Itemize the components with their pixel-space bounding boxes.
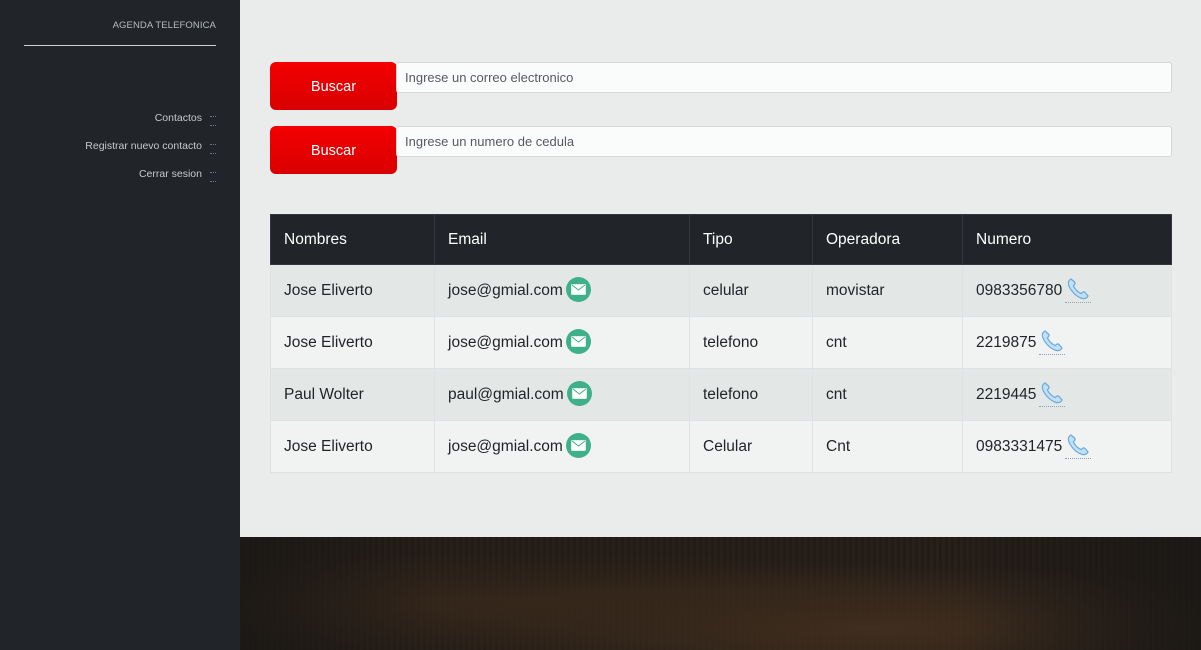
- search-cedula-button[interactable]: Buscar: [270, 126, 397, 174]
- table-header-row: Nombres Email Tipo Operadora Numero: [270, 214, 1172, 265]
- cell-operadora: movistar: [812, 264, 963, 317]
- sidebar: AGENDA TELEFONICA Contactos Registrar nu…: [0, 0, 240, 650]
- sidebar-item-registrar[interactable]: Registrar nuevo contacto: [16, 132, 216, 160]
- column-header-tipo: Tipo: [689, 214, 813, 265]
- cell-email: jose@gmial.com: [434, 420, 690, 473]
- envelope-icon[interactable]: [565, 328, 591, 354]
- email-search-input[interactable]: [396, 62, 1172, 93]
- cell-nombres: Jose Eliverto: [270, 316, 435, 369]
- column-header-nombres: Nombres: [270, 214, 435, 265]
- cedula-search-input[interactable]: [396, 126, 1172, 157]
- cell-numero: 2219875: [962, 316, 1172, 369]
- table-row: Paul Wolter paul@gmial.com telefono cnt …: [270, 368, 1172, 421]
- cell-operadora: Cnt: [812, 420, 963, 473]
- cell-numero: 0983356780: [962, 264, 1172, 317]
- search-email-button[interactable]: Buscar: [270, 62, 397, 110]
- cell-email: jose@gmial.com: [434, 264, 690, 317]
- email-text: paul@gmial.com: [448, 385, 564, 403]
- cell-tipo: telefono: [689, 368, 813, 421]
- numero-text: 2219875: [976, 333, 1037, 351]
- email-text: jose@gmial.com: [448, 281, 563, 299]
- envelope-icon[interactable]: [565, 276, 591, 302]
- sidebar-nav: Contactos Registrar nuevo contacto Cerra…: [16, 104, 216, 188]
- cell-tipo: celular: [689, 264, 813, 317]
- menu-icon: [210, 172, 216, 182]
- contacts-table-wrapper: Nombres Email Tipo Operadora Numero Jose…: [270, 214, 1172, 473]
- table-row: Jose Eliverto jose@gmial.com celular mov…: [270, 264, 1172, 317]
- envelope-icon[interactable]: [566, 380, 592, 406]
- cell-tipo: Celular: [689, 420, 813, 473]
- phone-icon[interactable]: [1065, 432, 1092, 459]
- numero-text: 0983356780: [976, 281, 1063, 299]
- cell-operadora: cnt: [812, 316, 963, 369]
- numero-text: 0983331475: [976, 437, 1063, 455]
- menu-icon: [210, 116, 216, 126]
- phone-icon[interactable]: [1039, 328, 1066, 355]
- cell-operadora: cnt: [812, 368, 963, 421]
- cell-numero: 2219445: [962, 368, 1172, 421]
- sidebar-item-contactos[interactable]: Contactos: [16, 104, 216, 132]
- cell-email: jose@gmial.com: [434, 316, 690, 369]
- sidebar-item-label: Registrar nuevo contacto: [85, 140, 202, 152]
- sidebar-item-label: Cerrar sesion: [138, 168, 202, 180]
- phone-icon[interactable]: [1039, 380, 1066, 407]
- table-body: Jose Eliverto jose@gmial.com celular mov…: [270, 264, 1172, 473]
- sidebar-item-label: Contactos: [154, 112, 202, 124]
- cell-numero: 0983331475: [962, 420, 1172, 473]
- phone-icon[interactable]: [1065, 276, 1092, 303]
- envelope-icon[interactable]: [565, 432, 591, 458]
- column-header-operadora: Operadora: [812, 214, 963, 265]
- cell-nombres: Jose Eliverto: [270, 264, 435, 317]
- table-row: Jose Eliverto jose@gmial.com telefono cn…: [270, 316, 1172, 369]
- cell-email: paul@gmial.com: [434, 368, 690, 421]
- table-row: Jose Eliverto jose@gmial.com Celular Cnt…: [270, 420, 1172, 473]
- column-header-numero: Numero: [962, 214, 1172, 265]
- contacts-table: Nombres Email Tipo Operadora Numero Jose…: [270, 214, 1172, 473]
- cedula-search: Buscar: [270, 126, 1172, 174]
- table-header: Nombres Email Tipo Operadora Numero: [270, 214, 1172, 265]
- column-header-email: Email: [434, 214, 690, 265]
- background-photo: [240, 537, 1201, 650]
- email-text: jose@gmial.com: [448, 333, 563, 351]
- menu-icon: [210, 144, 216, 154]
- cell-nombres: Jose Eliverto: [270, 420, 435, 473]
- main-panel: Buscar Buscar Nombres Email Tipo Operado…: [240, 0, 1201, 537]
- cell-nombres: Paul Wolter: [270, 368, 435, 421]
- sidebar-item-cerrar-sesion[interactable]: Cerrar sesion: [16, 160, 216, 188]
- cell-tipo: telefono: [689, 316, 813, 369]
- email-text: jose@gmial.com: [448, 437, 563, 455]
- app-brand: AGENDA TELEFONICA: [24, 20, 216, 46]
- email-search: Buscar: [270, 62, 1172, 110]
- numero-text: 2219445: [976, 385, 1037, 403]
